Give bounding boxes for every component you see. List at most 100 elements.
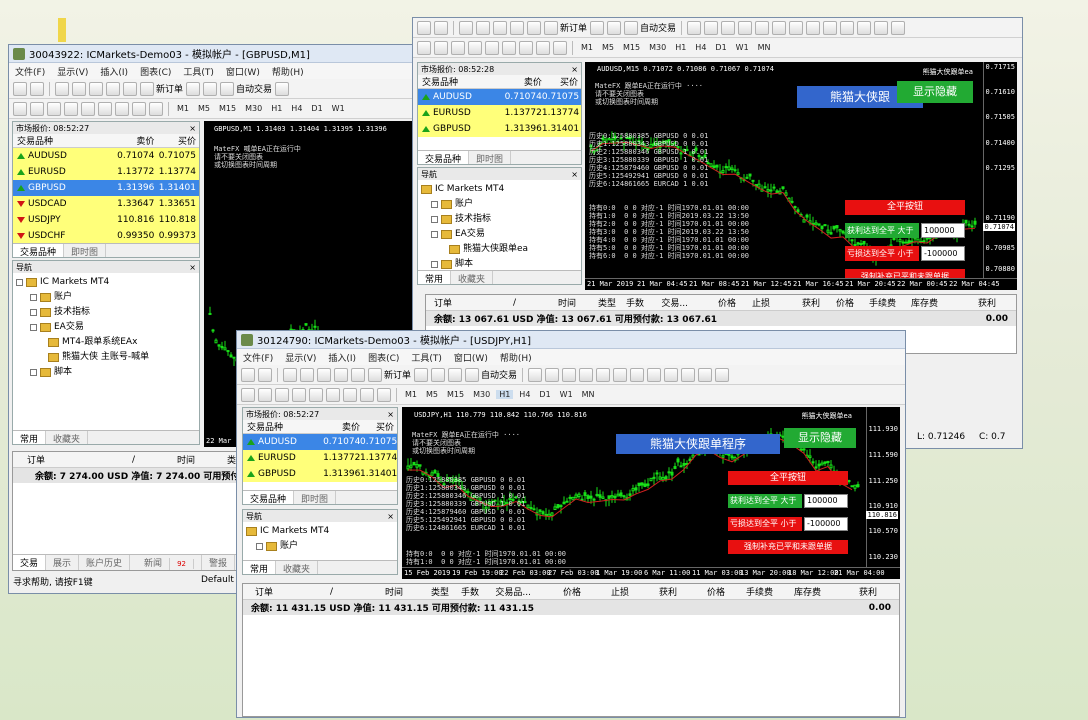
tile-icon[interactable] [613,367,628,382]
zoom-in-icon[interactable] [579,367,594,382]
nav-expert-advisors[interactable]: EA交易 [421,227,578,242]
market-watch-icon[interactable] [55,81,69,96]
channel-icon[interactable] [98,101,112,116]
tf-h4[interactable]: H4 [288,104,305,113]
chart-shift-icon[interactable] [806,20,821,35]
close-icon[interactable]: × [189,124,196,133]
take-profit-input[interactable]: 100000 [921,223,965,238]
tf-w1[interactable]: W1 [557,390,576,399]
close-all-button[interactable]: 全平按钮 [845,200,965,215]
tf-w1[interactable]: W1 [329,104,348,113]
terminal-icon[interactable] [334,367,348,382]
search-icon[interactable] [874,20,889,35]
autoscroll-icon[interactable] [789,20,804,35]
quote-row-audusd[interactable]: AUDUSD 0.71074 0.71075 [418,89,581,105]
navigator-icon[interactable] [493,20,507,35]
label-tool-icon[interactable] [149,101,163,116]
tab-favorites[interactable]: 收藏夹 [276,561,319,574]
nav-indicators[interactable]: 技术指标 [16,305,196,320]
text-tool-icon[interactable] [132,101,146,116]
new-chart-icon[interactable] [241,367,255,382]
zoom-out-icon[interactable] [755,20,770,35]
tf-m30[interactable]: M30 [646,43,669,52]
library-icon[interactable] [607,20,622,35]
search-icon[interactable] [698,367,713,382]
chat-icon[interactable] [715,367,730,382]
nav-root[interactable]: IC Markets MT4 [16,275,196,290]
show-hide-button[interactable]: 显示隐藏 [897,81,973,103]
tf-h4[interactable]: H4 [516,390,533,399]
quote-row-gbpusd[interactable]: GBPUSD 1.31396 1.31401 [243,466,397,482]
tab-trade[interactable]: 交易 [13,555,47,570]
tab-favorites[interactable]: 收藏夹 [451,271,494,284]
quote-row-audusd[interactable]: AUDUSD 0.71074 0.71075 [243,434,397,450]
new-order-button[interactable]: 新订单 [544,20,587,35]
zoom-in-icon[interactable] [738,20,753,35]
tf-m5[interactable]: M5 [195,104,213,113]
quote-row-gbpusd[interactable]: GBPUSD 1.31396 1.31401 [418,121,581,137]
market-watch-icon[interactable] [283,367,297,382]
nav-scripts[interactable]: 脚本 [16,365,196,380]
market-watch-icon[interactable] [459,20,473,35]
auto-trade-button[interactable]: 自动交易 [624,20,676,35]
tab-common[interactable]: 常用 [243,561,277,574]
quote-row-gbpusd[interactable]: GBPUSD 1.31396 1.31401 [13,180,199,196]
new-chart-icon[interactable] [417,20,431,35]
tab-tick-chart[interactable]: 即时图 [64,244,107,257]
menu-tools[interactable]: 工具(T) [411,351,442,364]
stop-loss-input[interactable]: -100000 [804,517,848,531]
tab-common[interactable]: 常用 [13,431,47,444]
autoscroll-icon[interactable] [630,367,645,382]
tab-alerts[interactable]: 警报 [202,555,235,570]
tf-m1[interactable]: M1 [578,43,596,52]
tf-m5[interactable]: M5 [423,390,441,399]
label-tool-icon[interactable] [553,40,567,55]
quote-row-eurusd[interactable]: EURUSD 1.13772 1.13774 [243,450,397,466]
quote-row-usdjpy[interactable]: USDJPY 110.816 110.818 [13,212,199,228]
cursor-icon[interactable] [417,40,431,55]
nav-ea-item[interactable]: 熊猫大侠 主账号-喊单 [16,350,196,365]
chat-icon[interactable] [891,20,906,35]
tester-icon[interactable] [351,367,365,382]
force-close-button[interactable]: 强制补充已平和未跟单据 [728,540,848,554]
nav-ea-item[interactable]: MT4-跟单系统EAx [16,335,196,350]
tf-m1[interactable]: M1 [402,390,420,399]
tester-icon[interactable] [123,81,137,96]
nav-accounts[interactable]: 账户 [246,539,394,554]
profiles-icon[interactable] [258,367,272,382]
quote-row-eurusd[interactable]: EURUSD 1.13772 1.13774 [418,105,581,121]
navigator-icon[interactable] [317,367,331,382]
menu-view[interactable]: 显示(V) [285,351,316,364]
bar-chart-icon[interactable] [275,81,290,96]
periods-icon[interactable] [681,367,696,382]
candle-chart-icon[interactable] [545,367,560,382]
library-icon[interactable] [431,367,446,382]
data-window-icon[interactable] [72,81,86,96]
menu-insert[interactable]: 插入(I) [100,65,128,78]
terminal-icon[interactable] [106,81,120,96]
bar-chart-icon[interactable] [528,367,543,382]
horizontal-line-icon[interactable] [64,101,78,116]
auto-trade-button[interactable]: 自动交易 [465,367,517,382]
candle-chart-icon[interactable] [704,20,719,35]
indicators-icon[interactable] [664,367,679,382]
crosshair-icon[interactable] [30,101,44,116]
vertical-line-icon[interactable] [275,387,289,402]
quote-row-usdcad[interactable]: USDCAD 1.33647 1.33651 [13,196,199,212]
close-icon[interactable]: × [571,65,578,74]
menu-chart[interactable]: 图表(C) [368,351,399,364]
tab-account-history[interactable]: 账户历史 [79,555,131,570]
line-chart-icon[interactable] [721,20,736,35]
tf-mn[interactable]: MN [755,43,774,52]
trendline-icon[interactable] [485,40,499,55]
tab-symbols[interactable]: 交易品种 [418,151,470,164]
zoom-out-icon[interactable] [596,367,611,382]
menu-tools[interactable]: 工具(T) [183,65,214,78]
tab-favorites[interactable]: 收藏夹 [46,431,89,444]
tab-news[interactable]: 新闻 92 [130,555,202,570]
options-icon[interactable] [448,367,463,382]
quote-row-usdchf[interactable]: USDCHF 0.99350 0.99373 [13,228,199,244]
close-icon[interactable]: × [189,263,196,272]
nav-root[interactable]: IC Markets MT4 [246,524,394,539]
tab-tick-chart[interactable]: 即时图 [469,151,512,164]
